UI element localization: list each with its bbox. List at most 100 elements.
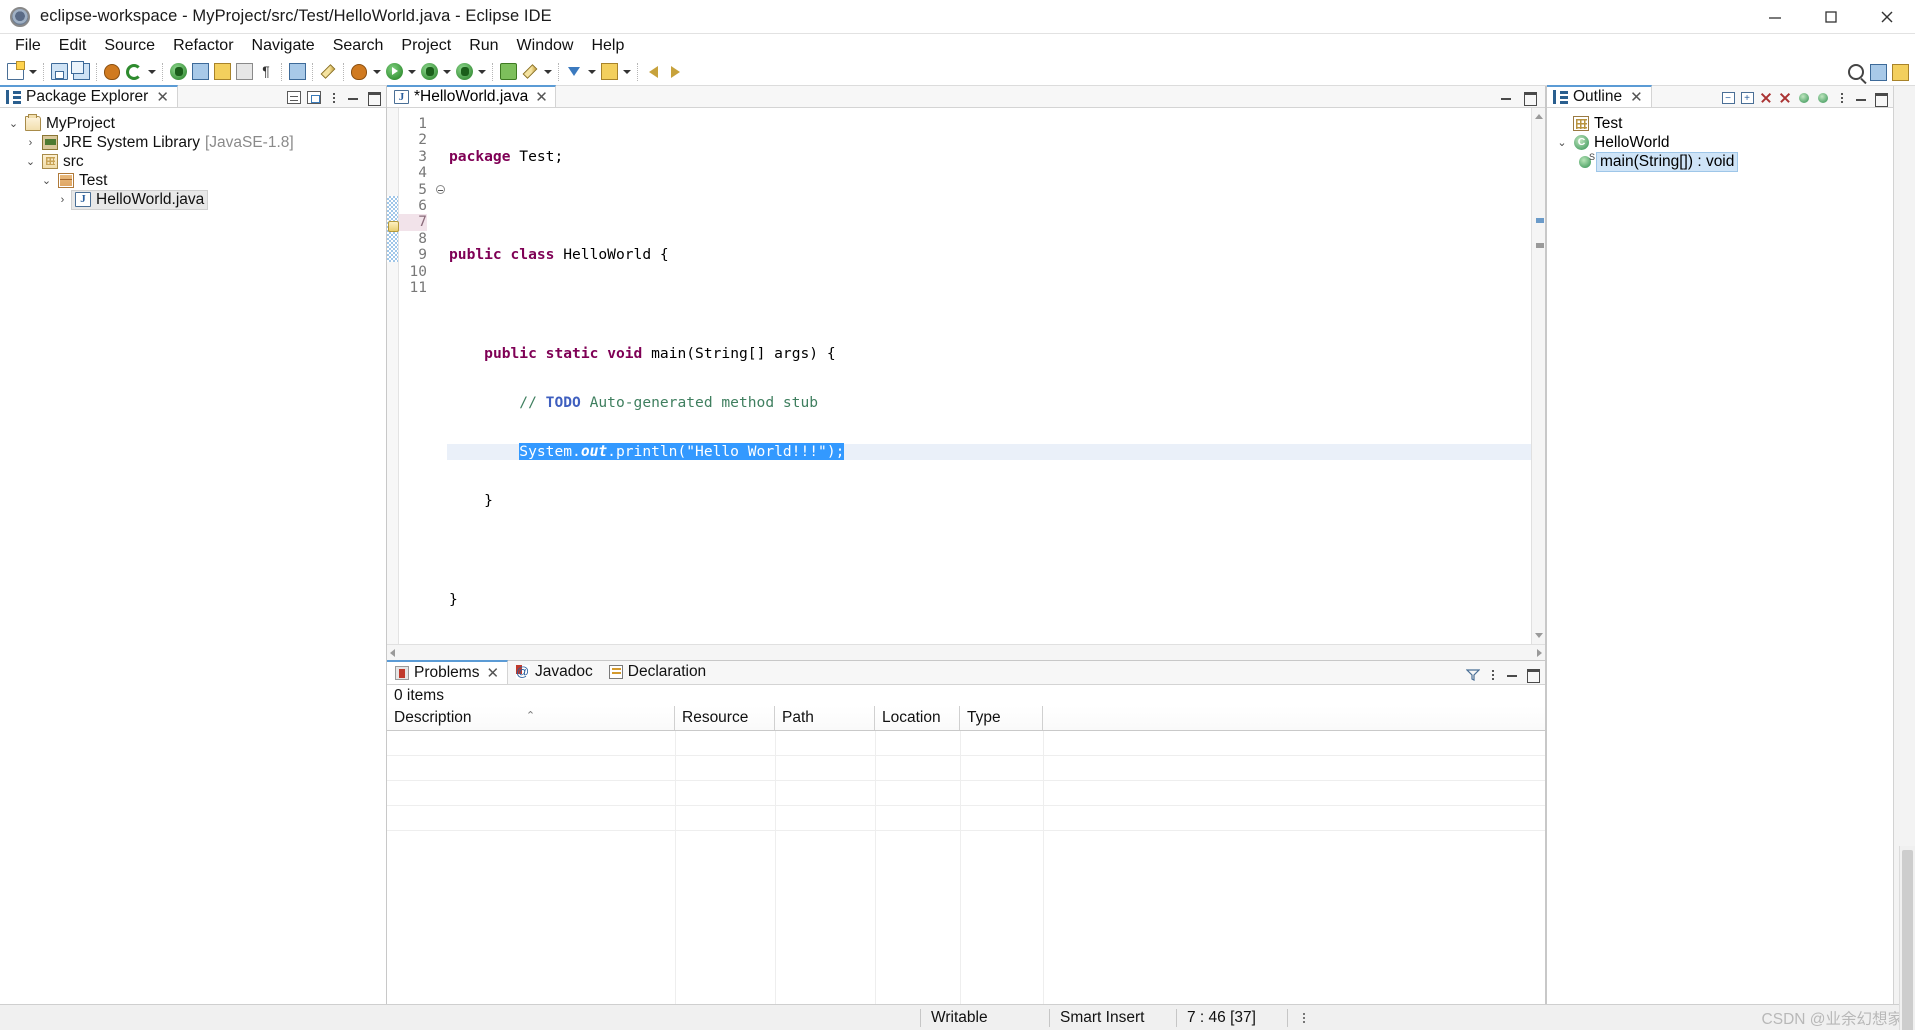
collapse-all-button[interactable] xyxy=(284,88,303,107)
previous-annotation-button[interactable] xyxy=(563,60,585,84)
filter-icon-button[interactable] xyxy=(1463,665,1482,684)
problems-table-body[interactable] xyxy=(387,731,1545,1004)
build-button[interactable] xyxy=(211,60,233,84)
chevron-down-icon[interactable]: ⌄ xyxy=(1555,136,1569,149)
maximize-window-button[interactable] xyxy=(1803,0,1859,33)
menu-refactor[interactable]: Refactor xyxy=(164,34,242,58)
external-tools-button[interactable] xyxy=(418,60,440,84)
column-header-resource[interactable]: Resource xyxy=(675,706,775,730)
chevron-down-icon[interactable]: ⌄ xyxy=(23,154,38,169)
block-selection-button[interactable] xyxy=(286,60,308,84)
java-editor-button[interactable] xyxy=(189,60,211,84)
code-line-4[interactable] xyxy=(447,296,1531,312)
maximize-view-button[interactable] xyxy=(364,88,383,107)
marker-button[interactable] xyxy=(233,60,255,84)
menu-navigate[interactable]: Navigate xyxy=(243,34,324,58)
menu-window[interactable]: Window xyxy=(508,34,583,58)
tree-item-helloworld-java[interactable]: › HelloWorld.java xyxy=(0,189,386,210)
new-class-dropdown[interactable] xyxy=(541,60,554,84)
code-line-3[interactable]: public class HelloWorld { xyxy=(447,247,1531,263)
pilcrow-icon-button[interactable] xyxy=(255,60,277,84)
menu-help[interactable]: Help xyxy=(582,34,633,58)
expand-all-button[interactable] xyxy=(1738,89,1756,107)
editor-vertical-scrollbar[interactable] xyxy=(1531,108,1545,644)
code-line-11[interactable] xyxy=(447,641,1531,644)
annotation-ruler[interactable] xyxy=(387,108,399,644)
close-icon[interactable]: ✕ xyxy=(535,88,548,106)
source-code[interactable]: package Test; public class HelloWorld { … xyxy=(447,108,1531,644)
code-line-9[interactable] xyxy=(447,542,1531,558)
minimize-view-button[interactable] xyxy=(1503,665,1522,684)
tree-item-test[interactable]: ⌄ Test xyxy=(0,171,386,190)
maximize-view-button[interactable] xyxy=(1871,89,1889,107)
view-menu-button[interactable] xyxy=(324,88,343,107)
code-line-10[interactable]: } xyxy=(447,591,1531,608)
tab-package-explorer[interactable]: Package Explorer ✕ xyxy=(0,85,178,107)
save-button[interactable] xyxy=(48,60,70,84)
hide-static-button[interactable] xyxy=(1776,89,1794,107)
new-java-package-button[interactable] xyxy=(101,60,123,84)
quickfix-icon[interactable] xyxy=(388,221,399,232)
folding-ruler[interactable] xyxy=(433,108,447,644)
scroll-right-icon[interactable] xyxy=(1537,648,1542,657)
column-header-type[interactable]: Type xyxy=(960,706,1043,730)
window-vertical-scrollbar[interactable] xyxy=(1899,846,1915,1030)
next-annotation-button[interactable] xyxy=(598,60,620,84)
code-line-6[interactable]: // TODO Auto-generated method stub xyxy=(447,394,1531,411)
minimize-window-button[interactable] xyxy=(1747,0,1803,33)
new-class-button[interactable] xyxy=(519,60,541,84)
code-line-2[interactable] xyxy=(447,198,1531,214)
new-java-project-button[interactable] xyxy=(497,60,519,84)
forward-arrow-icon-button[interactable] xyxy=(664,60,686,84)
menu-source[interactable]: Source xyxy=(95,34,164,58)
view-menu-button[interactable] xyxy=(1483,665,1502,684)
coverage-button[interactable] xyxy=(453,60,475,84)
tree-item-jre-system-library[interactable]: › JRE System Library [JavaSE-1.8] xyxy=(0,133,386,152)
back-arrow-icon-button[interactable] xyxy=(642,60,664,84)
next-annotation-dropdown[interactable] xyxy=(620,60,633,84)
new-wizard-dropdown[interactable] xyxy=(26,60,39,84)
tab-javadoc[interactable]: Javadoc xyxy=(508,660,601,684)
tab-outline[interactable]: Outline ✕ xyxy=(1547,85,1652,107)
chevron-right-icon[interactable]: › xyxy=(55,192,70,207)
link-with-editor-button[interactable] xyxy=(304,88,323,107)
tree-item-src[interactable]: ⌄ src xyxy=(0,152,386,171)
new-wizard-button[interactable] xyxy=(4,60,26,84)
fold-collapse-icon[interactable] xyxy=(433,182,447,198)
scroll-left-icon[interactable] xyxy=(390,648,395,657)
previous-annotation-dropdown[interactable] xyxy=(585,60,598,84)
sort-button[interactable] xyxy=(1814,89,1832,107)
chevron-down-icon[interactable]: ⌄ xyxy=(39,173,54,188)
menu-run[interactable]: Run xyxy=(460,34,507,58)
menu-search[interactable]: Search xyxy=(324,34,393,58)
run-dropdown[interactable] xyxy=(405,60,418,84)
editor-horizontal-scrollbar[interactable] xyxy=(387,644,1545,660)
run-button[interactable] xyxy=(383,60,405,84)
close-icon[interactable]: ✕ xyxy=(156,88,169,106)
tab-helloworld-java[interactable]: *HelloWorld.java ✕ xyxy=(387,85,556,107)
debug-dropdown[interactable] xyxy=(370,60,383,84)
tab-declaration[interactable]: Declaration xyxy=(601,660,714,684)
overview-marker[interactable] xyxy=(1536,218,1544,223)
code-line-7[interactable]: System.out.println("Hello World!!!"); xyxy=(447,443,1531,461)
chevron-down-icon[interactable]: ⌄ xyxy=(6,116,21,131)
collapse-all-button[interactable] xyxy=(1719,89,1737,107)
skip-breakpoints-button[interactable] xyxy=(317,60,339,84)
code-line-5[interactable]: public static void main(String[] args) { xyxy=(447,345,1531,362)
close-window-button[interactable] xyxy=(1859,0,1915,33)
open-perspective-button[interactable] xyxy=(1867,60,1889,84)
code-line-8[interactable]: } xyxy=(447,493,1531,509)
overview-marker[interactable] xyxy=(1536,243,1544,248)
status-menu-button[interactable] xyxy=(1288,1005,1320,1030)
java-perspective-button[interactable] xyxy=(1889,60,1911,84)
outline-item-helloworld[interactable]: ⌄ HelloWorld xyxy=(1547,133,1893,152)
column-header-path[interactable]: Path xyxy=(775,706,875,730)
column-header-description[interactable]: Description ⌃ xyxy=(387,706,675,730)
menu-file[interactable]: File xyxy=(6,34,50,58)
open-type-button[interactable] xyxy=(167,60,189,84)
column-header-location[interactable]: Location xyxy=(875,706,960,730)
quick-access-search-button[interactable] xyxy=(1845,60,1867,84)
minimize-view-button[interactable] xyxy=(1852,89,1870,107)
tab-problems[interactable]: Problems ✕ xyxy=(387,660,509,684)
outline-item-main-method[interactable]: S main(String[]) : void xyxy=(1547,151,1893,172)
